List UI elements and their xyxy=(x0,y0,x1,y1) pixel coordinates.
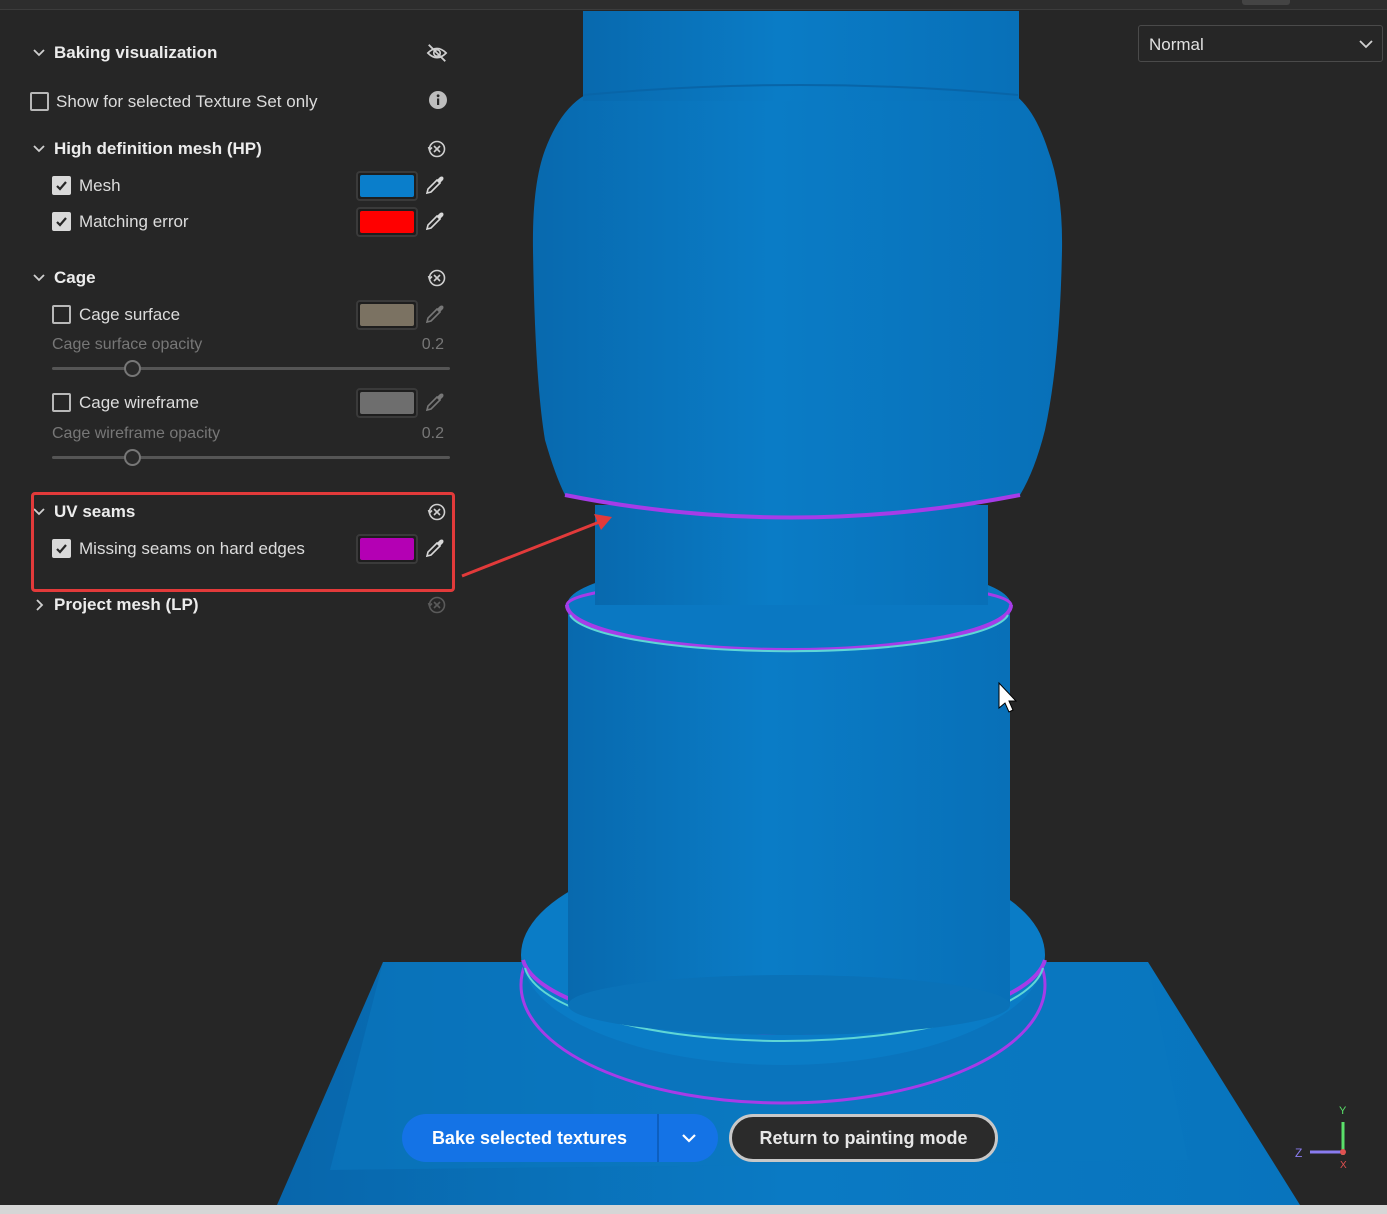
reset-icon[interactable] xyxy=(426,267,448,289)
slider-track[interactable] xyxy=(52,367,450,370)
reset-icon[interactable] xyxy=(426,138,448,160)
cage-wireframe-label: Cage wireframe xyxy=(79,393,199,412)
cage-surface-checkbox[interactable] xyxy=(52,305,71,324)
missing-seams-label: Missing seams on hard edges xyxy=(79,539,305,558)
matching-error-color-swatch[interactable] xyxy=(356,207,418,237)
hp-section-header[interactable]: High definition mesh (HP) xyxy=(18,136,458,162)
display-mode-value: Normal xyxy=(1149,35,1204,54)
texture-set-only-row: Show for selected Texture Set only xyxy=(18,87,458,115)
slider-track[interactable] xyxy=(52,456,450,459)
cage-surface-opacity-value: 0.2 xyxy=(421,336,444,353)
return-to-painting-mode-button[interactable]: Return to painting mode xyxy=(729,1114,998,1162)
chevron-right-icon[interactable] xyxy=(32,598,46,612)
eyedropper-icon[interactable] xyxy=(424,537,446,559)
axis-z-label: Z xyxy=(1295,1146,1302,1160)
eyedropper-icon[interactable] xyxy=(424,174,446,196)
cage-wireframe-opacity-slider: Cage wireframe opacity 0.2 xyxy=(18,425,458,475)
baking-visualization-header[interactable]: Baking visualization xyxy=(18,40,458,66)
cage-wireframe-color-swatch[interactable] xyxy=(356,388,418,418)
hp-mesh-row: Mesh xyxy=(18,171,458,201)
chevron-down-icon[interactable] xyxy=(32,505,46,519)
info-icon[interactable] xyxy=(428,90,450,112)
bake-options-dropdown-button[interactable] xyxy=(659,1114,718,1162)
axis-y-label: Y xyxy=(1339,1105,1347,1117)
display-mode-select[interactable]: Normal xyxy=(1138,25,1383,62)
eyedropper-icon[interactable] xyxy=(424,303,446,325)
lp-section-header[interactable]: Project mesh (LP) xyxy=(18,592,458,618)
hp-mesh-checkbox[interactable] xyxy=(52,176,71,195)
missing-seams-checkbox[interactable] xyxy=(52,539,71,558)
bake-selected-textures-button[interactable]: Bake selected textures xyxy=(402,1114,657,1162)
cage-surface-opacity-slider: Cage surface opacity 0.2 xyxy=(18,336,458,386)
missing-seams-color-swatch[interactable] xyxy=(356,534,418,564)
baking-visualization-panel: Baking visualization Show for selected T… xyxy=(18,26,458,624)
eyedropper-icon[interactable] xyxy=(424,210,446,232)
cage-surface-opacity-label: Cage surface opacity xyxy=(52,336,203,353)
slider-thumb[interactable] xyxy=(123,449,141,466)
uv-seams-section-header[interactable]: UV seams xyxy=(18,499,458,525)
reset-icon[interactable] xyxy=(426,501,448,523)
chevron-down-icon xyxy=(1358,36,1374,52)
cage-wireframe-row: Cage wireframe xyxy=(18,388,458,418)
missing-seams-color-fill xyxy=(360,538,414,560)
hp-mesh-color-fill xyxy=(360,175,414,197)
texture-set-only-label: Show for selected Texture Set only xyxy=(56,92,318,111)
cage-surface-color-fill xyxy=(360,304,414,326)
cage-surface-color-swatch[interactable] xyxy=(356,300,418,330)
eye-off-icon[interactable] xyxy=(426,42,448,64)
cage-wireframe-opacity-value: 0.2 xyxy=(421,425,444,442)
bake-button-group: Bake selected textures xyxy=(402,1114,718,1162)
chevron-down-icon[interactable] xyxy=(32,271,46,285)
section-title: Baking visualization xyxy=(54,43,218,62)
cage-section-header[interactable]: Cage xyxy=(18,265,458,291)
hp-mesh-label: Mesh xyxy=(79,176,121,195)
cage-wireframe-color-fill xyxy=(360,392,414,414)
chevron-down-icon xyxy=(681,1134,696,1143)
section-title: High definition mesh (HP) xyxy=(54,139,262,158)
toolbar-handle[interactable] xyxy=(1242,0,1290,5)
matching-error-checkbox[interactable] xyxy=(52,212,71,231)
chevron-down-icon[interactable] xyxy=(32,142,46,156)
reset-icon xyxy=(426,594,448,616)
missing-seams-row: Missing seams on hard edges xyxy=(18,534,458,564)
cage-wireframe-checkbox[interactable] xyxy=(52,393,71,412)
slider-thumb[interactable] xyxy=(123,360,141,377)
chevron-down-icon[interactable] xyxy=(32,46,46,60)
matching-error-color-fill xyxy=(360,211,414,233)
cage-surface-label: Cage surface xyxy=(79,305,181,324)
matching-error-row: Matching error xyxy=(18,207,458,237)
section-title: Cage xyxy=(54,268,96,287)
axis-gizmo: Y Z X xyxy=(1295,1105,1347,1170)
axis-x-label: X xyxy=(1340,1160,1347,1170)
section-title: UV seams xyxy=(54,502,136,521)
status-strip xyxy=(0,1205,1387,1214)
section-title: Project mesh (LP) xyxy=(54,595,199,614)
matching-error-label: Matching error xyxy=(79,212,189,231)
cage-surface-row: Cage surface xyxy=(18,300,458,330)
hp-mesh-color-swatch[interactable] xyxy=(356,171,418,201)
texture-set-only-checkbox[interactable] xyxy=(30,92,49,111)
top-toolbar-strip xyxy=(0,0,1387,10)
cage-wireframe-opacity-label: Cage wireframe opacity xyxy=(52,425,221,442)
eyedropper-icon[interactable] xyxy=(424,391,446,413)
